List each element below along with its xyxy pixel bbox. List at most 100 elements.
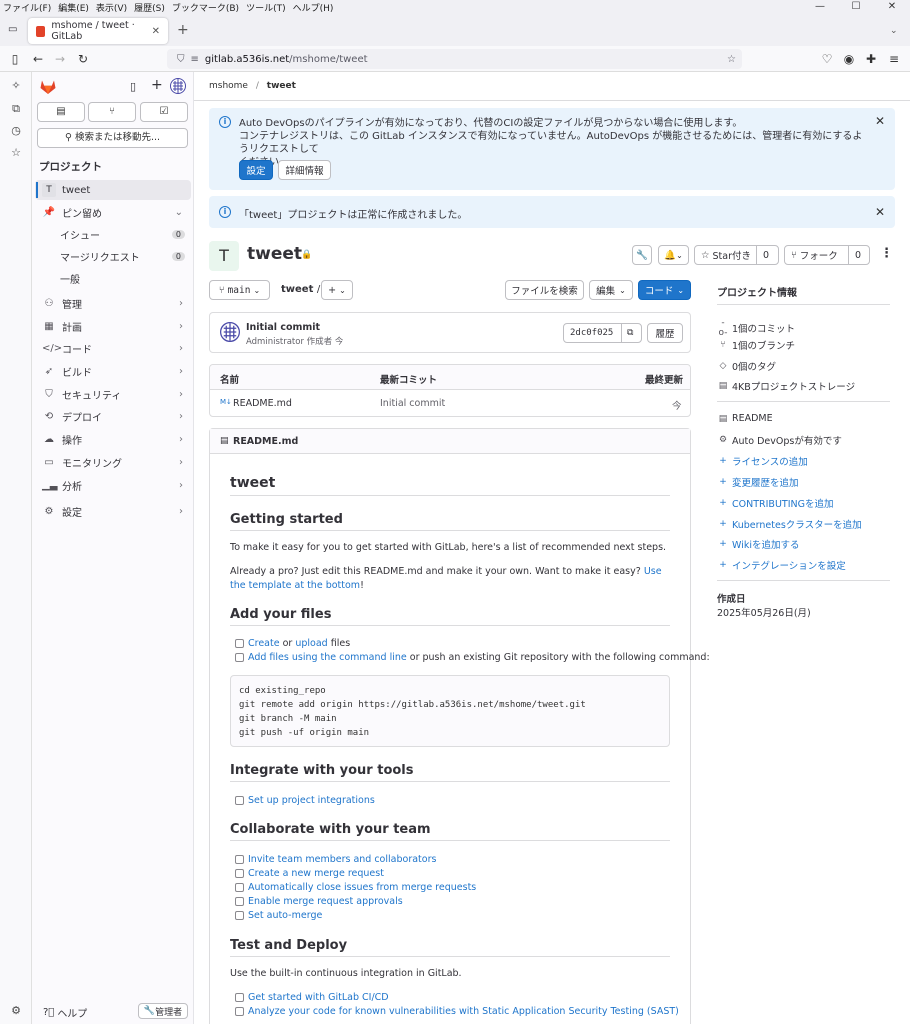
breadcrumb-project[interactable]: tweet <box>267 81 296 91</box>
close-icon[interactable]: ✕ <box>875 205 885 219</box>
synced-tabs-icon[interactable]: ⧉ <box>8 101 24 117</box>
readme-link[interactable]: Invite team members and collaborators <box>248 854 436 865</box>
branch-selector[interactable]: ⑂ main ⌄ <box>209 280 270 300</box>
star-button[interactable]: ☆ Star付き 0 <box>694 245 779 265</box>
checkbox[interactable] <box>235 653 244 662</box>
storage-stat[interactable]: ▤ 4KBプロジェクトストレージ <box>717 379 855 393</box>
admin-wrench-button[interactable]: 🔧 <box>632 245 652 265</box>
sidebar-item-merge-requests[interactable]: マージリクエスト 0 <box>35 246 191 266</box>
commits-stat[interactable]: -o- 1個のコミット <box>717 318 796 338</box>
sidebar-item-build[interactable]: ➶ ビルド › <box>35 361 191 381</box>
ai-chat-icon[interactable]: ✧ <box>8 78 24 94</box>
find-file-button[interactable]: ファイルを検索 <box>505 280 584 300</box>
close-window-icon[interactable]: ✕ <box>874 0 910 14</box>
menu-tools[interactable]: ツール(T) <box>246 1 286 14</box>
bookmarks-icon[interactable]: ☆ <box>8 145 24 161</box>
sidebar-item-monitor[interactable]: ▭ モニタリング › <box>35 452 191 472</box>
pocket-icon[interactable]: ♡ <box>818 50 836 68</box>
add-license-link[interactable]: + ライセンスの追加 <box>717 454 808 468</box>
forward-icon[interactable]: → <box>51 50 69 68</box>
add-to-tree-button[interactable]: + ⌄ <box>321 280 353 300</box>
create-new-plus-icon[interactable]: + <box>151 77 163 93</box>
alert-settings-button[interactable]: 設定 <box>239 160 273 180</box>
repo-path-root[interactable]: tweet <box>281 284 313 295</box>
sidebar-item-security[interactable]: ⛉ セキュリティ › <box>35 384 191 404</box>
add-wiki-link[interactable]: + Wikiを追加する <box>717 537 799 551</box>
readme-link[interactable]: Get started with GitLab CI/CD <box>248 992 389 1003</box>
sidebar-item-deploy[interactable]: ⟲ デプロイ › <box>35 406 191 426</box>
sidebar-item-pinned[interactable]: 📌 ピン留め ⌄ <box>35 202 191 222</box>
readme-link[interactable]: Automatically close issues from merge re… <box>248 882 476 893</box>
tab-overflow-chevron-icon[interactable]: ⌄ <box>890 26 898 36</box>
file-name[interactable]: README.md <box>233 398 292 409</box>
checkbox[interactable] <box>235 911 244 920</box>
more-actions-icon[interactable]: ⋮ <box>880 246 893 261</box>
sidebar-item-general[interactable]: 一般 <box>35 268 191 288</box>
readme-link[interactable]: Set up project integrations <box>248 795 375 806</box>
todo-shortcut-button[interactable]: ☑ <box>140 102 188 122</box>
user-avatar[interactable] <box>170 78 186 94</box>
commit-sha-button[interactable]: 2dc0f025 ⧉ <box>563 323 642 343</box>
add-changelog-link[interactable]: + 変更履歴を追加 <box>717 475 798 489</box>
admin-button[interactable]: 🔧 管理者 <box>138 1003 188 1019</box>
bookmark-star-icon[interactable]: ☆ <box>727 54 736 65</box>
issues-shortcut-button[interactable]: ▤ <box>37 102 85 122</box>
upload-link[interactable]: upload <box>295 638 327 649</box>
checkbox[interactable] <box>235 993 244 1002</box>
sidebar-item-analyze[interactable]: ▁▃ 分析 › <box>35 475 191 495</box>
search-button[interactable]: ⚲ 検索または移動先... <box>37 128 188 148</box>
create-link[interactable]: Create <box>248 638 280 649</box>
history-button[interactable]: 履歴 <box>647 323 683 343</box>
branches-stat[interactable]: ⑂ 1個のブランチ <box>717 338 795 352</box>
checkbox[interactable] <box>235 883 244 892</box>
add-kubernetes-link[interactable]: + Kubernetesクラスターを追加 <box>717 517 861 531</box>
readme-link[interactable]: Analyze your code for known vulnerabilit… <box>248 1006 679 1017</box>
checkbox[interactable] <box>235 897 244 906</box>
gitlab-logo-icon[interactable] <box>39 78 57 95</box>
fork-button[interactable]: ⑂ フォーク 0 <box>784 245 870 265</box>
setup-integrations-link[interactable]: + インテグレーションを設定 <box>717 558 846 572</box>
checkbox[interactable] <box>235 639 244 648</box>
account-icon[interactable]: ◉ <box>840 50 858 68</box>
code-dropdown-button[interactable]: コード ⌄ <box>638 280 691 300</box>
collapse-sidebar-icon[interactable]: ▯ <box>130 80 136 93</box>
close-icon[interactable]: ✕ <box>875 114 885 128</box>
maximize-icon[interactable]: ☐ <box>838 0 874 14</box>
tags-stat[interactable]: ◇ 0個のタグ <box>717 359 777 373</box>
tab-list-icon[interactable]: ▭ <box>8 24 20 36</box>
table-row[interactable]: M↓ README.md Initial commit 今 <box>210 391 690 417</box>
sidebar-item-plan[interactable]: ▦ 計画 › <box>35 316 191 336</box>
readme-link[interactable]: Create a new merge request <box>248 868 384 879</box>
breadcrumb-group[interactable]: mshome <box>209 81 248 91</box>
alert-learn-more-button[interactable]: 詳細情報 <box>278 160 331 180</box>
copy-icon[interactable]: ⧉ <box>627 328 633 338</box>
command-line-link[interactable]: Add files using the command line <box>248 652 407 663</box>
commit-author-avatar[interactable] <box>220 322 240 342</box>
tab-close-icon[interactable]: ✕ <box>152 26 160 37</box>
commit-title[interactable]: Initial commit <box>246 322 320 333</box>
readme-link[interactable]: Set auto-merge <box>248 910 322 921</box>
file-last-commit[interactable]: Initial commit <box>380 398 445 409</box>
menu-file[interactable]: ファイル(F) <box>3 1 51 14</box>
checkbox[interactable] <box>235 796 244 805</box>
sidebar-item-manage[interactable]: ⚇ 管理 › <box>35 293 191 313</box>
sidebar-item-project[interactable]: T tweet <box>35 180 191 200</box>
menu-help[interactable]: ヘルプ(H) <box>293 1 334 14</box>
add-contributing-link[interactable]: + CONTRIBUTINGを追加 <box>717 496 833 510</box>
history-icon[interactable]: ◷ <box>8 123 24 139</box>
autodevops-link[interactable]: ⚙ Auto DevOpsが有効です <box>717 433 842 447</box>
readme-link[interactable]: ▤ README <box>717 413 773 424</box>
menu-edit[interactable]: 編集(E) <box>58 1 89 14</box>
merge-requests-shortcut-button[interactable]: ⑂ <box>88 102 136 122</box>
sidebar-item-code[interactable]: </> コード › <box>35 338 191 358</box>
app-menu-icon[interactable]: ≡ <box>885 50 903 68</box>
back-icon[interactable]: ← <box>29 50 47 68</box>
minimize-icon[interactable]: — <box>802 0 838 14</box>
customize-sidebar-gear-icon[interactable]: ⚙ <box>8 1003 24 1019</box>
sidebar-toggle-icon[interactable]: ▯ <box>6 50 24 68</box>
extensions-icon[interactable]: ✚ <box>862 50 880 68</box>
reload-icon[interactable]: ↻ <box>74 50 92 68</box>
browser-tab[interactable]: mshome / tweet · GitLab ✕ <box>28 18 168 44</box>
sidebar-item-operate[interactable]: ☁ 操作 › <box>35 429 191 449</box>
menu-bookmarks[interactable]: ブックマーク(B) <box>172 1 239 14</box>
